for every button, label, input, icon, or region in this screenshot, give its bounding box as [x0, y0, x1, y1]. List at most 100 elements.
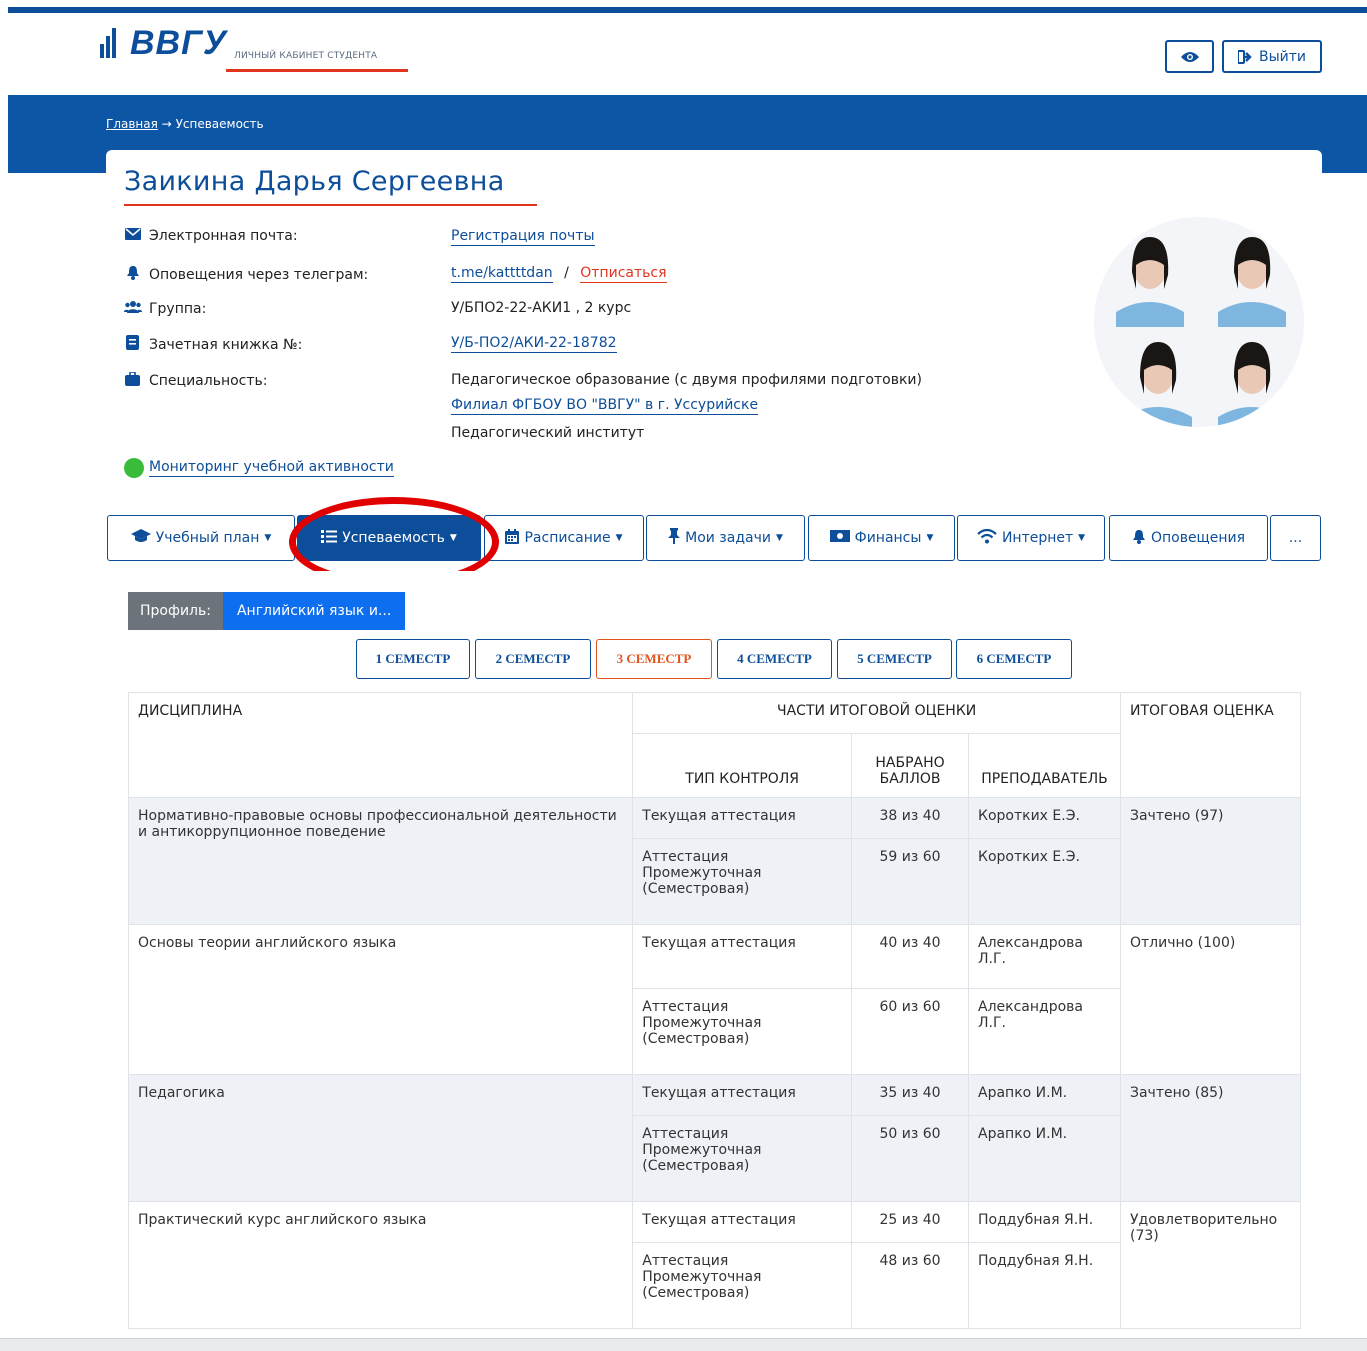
teacher-cell: Коротких Е.Э.	[968, 797, 1121, 839]
semester-1-button[interactable]: 1 СЕМЕСТР	[356, 639, 470, 679]
score-cell: 35 из 40	[851, 1074, 970, 1116]
record-book-value: У/Б-ПО2/АКИ-22-18782	[451, 335, 617, 353]
control-type-cell: Текущая аттестация	[632, 1074, 853, 1116]
logo-mark-icon	[100, 28, 126, 58]
book-icon	[124, 335, 141, 354]
header-control-type: ТИП КОНТРОЛЯ	[632, 733, 853, 798]
tab-finance-label: Финансы	[854, 530, 922, 546]
left-edge	[0, 0, 8, 1338]
caret-down-icon: ▼	[1078, 533, 1086, 543]
telegram-separator: /	[564, 265, 569, 281]
tab-notifications[interactable]: Оповещения	[1109, 515, 1268, 561]
specialty-value: Педагогическое образование (с двумя проф…	[451, 372, 922, 388]
header-parts: ЧАСТИ ИТОГОВОЙ ОЦЕНКИ	[632, 692, 1121, 734]
profile-value[interactable]: Английский язык и...	[222, 592, 406, 630]
semester-5-button[interactable]: 5 СЕМЕСТР	[837, 639, 952, 679]
tab-schedule[interactable]: Расписание ▼	[484, 515, 644, 561]
score-cell: 48 из 60	[851, 1242, 970, 1329]
score-cell: 59 из 60	[851, 838, 970, 925]
tab-notifications-label: Оповещения	[1150, 530, 1246, 546]
student-name: Заикина Дарья Сергеевна	[124, 166, 505, 197]
pin-icon	[668, 528, 681, 548]
control-type-cell: Текущая аттестация	[632, 924, 853, 989]
profile-selector[interactable]: Профиль: Английский язык и...	[128, 592, 406, 630]
breadcrumb: Главная → Успеваемость	[106, 117, 264, 131]
unsubscribe-link[interactable]: Отписаться	[580, 265, 667, 283]
tab-study-plan-label: Учебный план	[155, 530, 260, 546]
record-book-row: Зачетная книжка №:	[124, 335, 302, 354]
final-grade-cell: Удовлетворительно (73)	[1120, 1201, 1301, 1329]
control-type-cell: Текущая аттестация	[632, 797, 853, 839]
group-label: Группа:	[149, 300, 207, 317]
teacher-cell: Арапко И.М.	[968, 1074, 1121, 1116]
monitoring-link[interactable]: Мониторинг учебной активности	[149, 459, 394, 477]
logo-text: ВВГУ	[130, 24, 228, 62]
record-book-label: Зачетная книжка №:	[149, 336, 303, 353]
score-cell: 60 из 60	[851, 988, 970, 1075]
logout-icon	[1237, 49, 1252, 64]
view-toggle-button[interactable]	[1165, 40, 1214, 73]
branch-link[interactable]: Филиал ФГБОУ ВО "ВВГУ" в г. Уссурийске	[451, 397, 759, 415]
horizontal-scrollbar[interactable]	[0, 1338, 1367, 1351]
grades-table: ДИСЦИПЛИНА ЧАСТИ ИТОГОВОЙ ОЦЕНКИ ИТОГОВА…	[127, 692, 1301, 1329]
semester-6-button[interactable]: 6 СЕМЕСТР	[956, 639, 1072, 679]
email-row: Электронная почта:	[124, 228, 298, 244]
tab-schedule-label: Расписание	[524, 530, 611, 546]
logout-button[interactable]: Выйти	[1222, 40, 1322, 73]
semester-3-button[interactable]: 3 СЕМЕСТР	[596, 639, 712, 679]
breadcrumb-current: Успеваемость	[175, 117, 264, 131]
tab-more-label: ...	[1288, 530, 1303, 546]
control-type-cell: Аттестация Промежуточная (Семестровая)	[632, 1242, 853, 1329]
header-final: ИТОГОВАЯ ОЦЕНКА	[1120, 692, 1301, 798]
photo-image	[1094, 217, 1304, 427]
student-name-underline	[124, 204, 537, 206]
discipline-cell: Практический курс английского языка	[127, 1201, 634, 1329]
eye-icon	[1180, 51, 1199, 62]
profile-label: Профиль:	[128, 592, 223, 630]
cabinet-underline	[226, 69, 408, 72]
graduation-cap-icon	[130, 529, 151, 547]
users-icon	[124, 300, 142, 317]
score-cell: 25 из 40	[851, 1201, 970, 1243]
semester-2-button[interactable]: 2 СЕМЕСТР	[475, 639, 591, 679]
header-discipline: ДИСЦИПЛИНА	[127, 692, 634, 798]
telegram-link[interactable]: t.me/kattttdan	[451, 265, 553, 283]
bell-icon	[124, 265, 141, 284]
tab-study-plan[interactable]: Учебный план ▼	[107, 515, 295, 561]
logo[interactable]: ВВГУ	[100, 24, 228, 62]
monitoring-row: Мониторинг учебной активности	[124, 458, 394, 478]
semester-4-button[interactable]: 4 СЕМЕСТР	[717, 639, 832, 679]
caret-down-icon: ▼	[615, 533, 623, 543]
telegram-row: Оповещения через телеграм:	[124, 265, 368, 284]
header-teacher: ПРЕПОДАВАТЕЛЬ	[968, 733, 1121, 798]
email-register-link[interactable]: Регистрация почты	[451, 228, 595, 246]
tab-finance[interactable]: Финансы ▼	[808, 515, 955, 561]
score-cell: 40 из 40	[851, 924, 970, 989]
wifi-icon	[977, 528, 997, 548]
caret-down-icon: ▼	[775, 533, 783, 543]
table-row: Нормативно-правовые основы профессиональ…	[127, 797, 1301, 925]
record-book-link[interactable]: У/Б-ПО2/АКИ-22-18782	[451, 335, 617, 353]
breadcrumb-home-link[interactable]: Главная	[106, 117, 158, 131]
tab-internet-label: Интернет	[1001, 530, 1074, 546]
tab-my-tasks[interactable]: Мои задачи ▼	[646, 515, 805, 561]
status-ok-icon	[124, 458, 144, 478]
envelope-icon	[124, 228, 141, 244]
control-type-cell: Аттестация Промежуточная (Семестровая)	[632, 838, 853, 925]
discipline-cell: Педагогика	[127, 1074, 634, 1202]
branch-value: Филиал ФГБОУ ВО "ВВГУ" в г. Уссурийске	[451, 397, 759, 415]
email-label: Электронная почта:	[149, 228, 298, 244]
institute-value: Педагогический институт	[451, 425, 645, 441]
caret-down-icon: ▼	[264, 533, 272, 543]
specialty-label: Специальность:	[149, 373, 268, 389]
discipline-cell: Основы теории английского языка	[127, 924, 634, 1075]
bell-icon	[1132, 529, 1146, 548]
teacher-cell: Поддубная Я.Н.	[968, 1201, 1121, 1243]
teacher-cell: Александрова Л.Г.	[968, 924, 1121, 989]
telegram-label: Оповещения через телеграм:	[149, 266, 369, 283]
final-grade-cell: Зачтено (85)	[1120, 1074, 1301, 1202]
final-grade-cell: Отлично (100)	[1120, 924, 1301, 1075]
teacher-cell: Коротких Е.Э.	[968, 838, 1121, 925]
tab-internet[interactable]: Интернет ▼	[957, 515, 1105, 561]
tab-more[interactable]: ...	[1270, 515, 1321, 561]
